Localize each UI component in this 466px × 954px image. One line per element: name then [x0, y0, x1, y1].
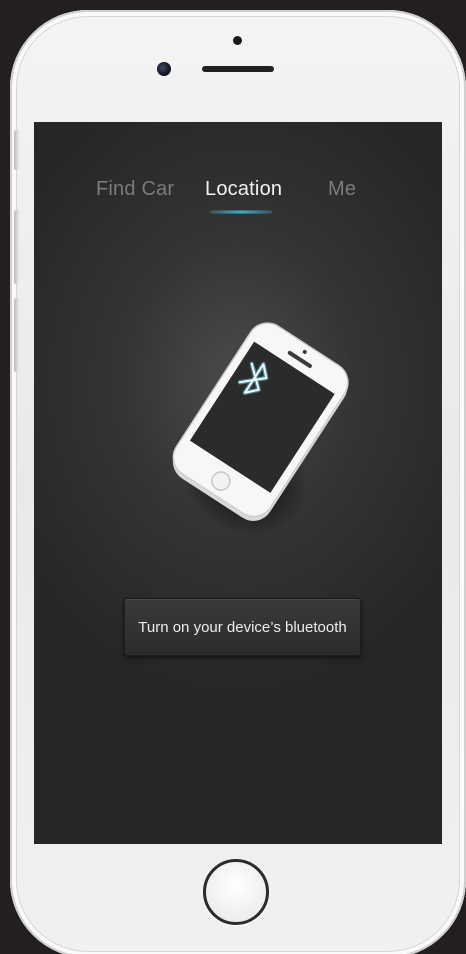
front-camera-icon [157, 62, 171, 76]
app-screen: Find Car Location Me Turn on your device… [34, 122, 442, 844]
active-tab-indicator [210, 210, 272, 214]
turn-on-bluetooth-button[interactable]: Turn on your device’s bluetooth [124, 598, 361, 656]
volume-down-button [14, 298, 19, 372]
tab-find-car[interactable]: Find Car [96, 178, 174, 201]
tab-bar: Find Car Location Me [34, 178, 442, 218]
mute-switch [14, 130, 19, 170]
turn-on-bluetooth-label: Turn on your device’s bluetooth [138, 618, 347, 636]
home-button[interactable] [203, 859, 269, 925]
bluetooth-icon [237, 361, 269, 395]
app-mockup: Find Car Location Me Turn on your device… [0, 0, 466, 954]
tab-me[interactable]: Me [328, 178, 356, 201]
volume-up-button [14, 210, 19, 284]
proximity-sensor [233, 36, 242, 45]
tab-location[interactable]: Location [205, 178, 282, 201]
earpiece-speaker [202, 66, 274, 72]
phone-illustration [172, 322, 349, 521]
